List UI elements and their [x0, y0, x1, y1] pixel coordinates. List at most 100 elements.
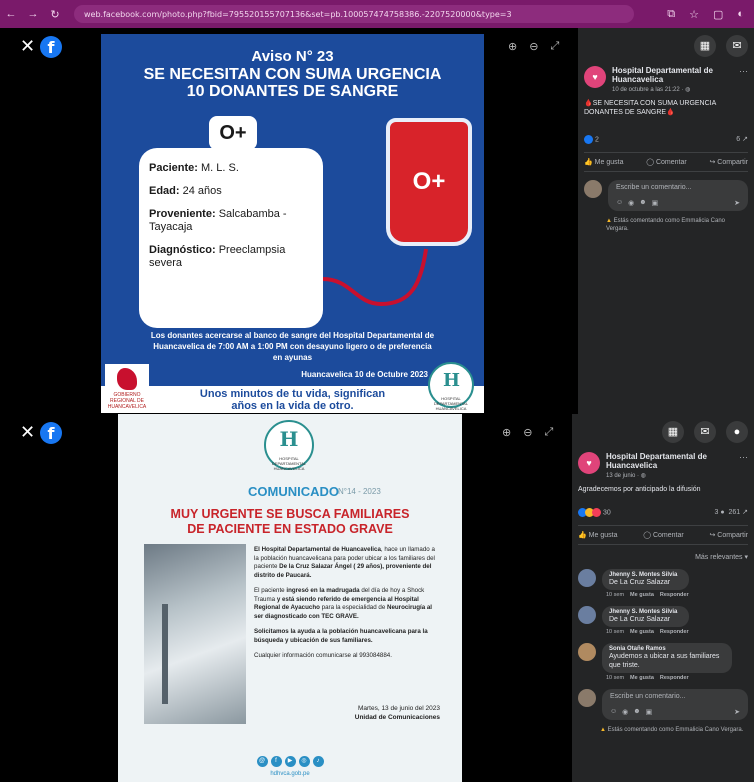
comment-button[interactable]: ◯ Comentar [646, 158, 687, 166]
comment-count[interactable]: 3 ● [715, 509, 725, 516]
share-count[interactable]: 6 ↗ [736, 135, 748, 144]
paragraph-3: Solicitamos la ayuda a la población huan… [254, 628, 428, 644]
paragraph-4: Cualquier información comunicarse al 993… [254, 652, 392, 659]
profile-icon[interactable]: ◐ [737, 8, 744, 21]
zoom-out-icon[interactable]: ⊖ [523, 426, 532, 439]
comment-placeholder: Escribe un comentario... [616, 184, 692, 191]
camera-icon[interactable]: ◉ [622, 708, 628, 716]
facebook-logo-icon[interactable]: f [40, 36, 62, 58]
chevron-down-icon: ▾ [744, 554, 748, 561]
page-name[interactable]: Hospital Departamental de Huancavelica [606, 452, 733, 470]
more-options-icon[interactable]: ··· [739, 452, 748, 479]
post-text: Agradecemos por anticipado la difusión [578, 486, 701, 493]
share-icon: ↪ [709, 532, 716, 539]
commenter-avatar[interactable] [578, 606, 596, 624]
commenter-avatar[interactable] [578, 569, 596, 587]
zoom-out-icon[interactable]: ⊖ [529, 40, 538, 53]
sticker-icon[interactable]: ☺ [616, 199, 623, 207]
comment-input[interactable]: Escribe un comentario... ☺ ◉ ☻ ▣ ➤ [608, 180, 748, 211]
comment-like-link[interactable]: Me gusta [630, 675, 654, 681]
photo-viewer-2: ✕ f H HOSPITAL DEPARTAMENTAL HUANCAVELICA… [0, 414, 754, 782]
bookmark-star-icon[interactable]: ☆ [689, 8, 699, 21]
sort-comments-dropdown[interactable]: Más relevantes ▾ [578, 553, 748, 561]
gif-icon[interactable]: ▣ [652, 199, 659, 207]
comunicado-body: El Hospital Departamental de Huancavelic… [254, 546, 440, 668]
zoom-in-icon[interactable]: ⊕ [508, 40, 517, 53]
url-text: web.facebook.com/photo.php?fbid=79552015… [84, 9, 512, 19]
notifications-icon[interactable]: ● [726, 421, 748, 443]
extensions-icon[interactable]: ⧉ [667, 8, 675, 21]
youtube-icon: ▶ [284, 756, 296, 767]
comment-reply-link[interactable]: Responder [660, 629, 689, 635]
send-icon[interactable]: ➤ [734, 199, 740, 207]
fullscreen-icon[interactable]: ⤢ [550, 40, 559, 53]
gobierno-regional-logo: GOBIERNO REGIONAL DE HUANCAVELICA [105, 364, 149, 412]
paciente-row: Paciente: M. L. S. [149, 162, 239, 174]
share-count[interactable]: 261 ↗ [729, 509, 749, 516]
emoji-icon[interactable]: ☻ [633, 708, 640, 716]
paragraph-1: El Hospital Departamental de Huancavelic… [254, 546, 435, 579]
post-text: 🩸SE NECESITA CON SUMA URGENCIA DONANTES … [584, 100, 716, 116]
hospital-logo: H HOSPITAL DEPARTAMENTAL HUANCAVELICA [264, 420, 314, 471]
send-icon[interactable]: ➤ [734, 708, 740, 716]
page-avatar[interactable]: ♥ [578, 452, 600, 474]
instagram-icon: ◎ [298, 756, 310, 767]
gif-icon[interactable]: ▣ [646, 708, 653, 716]
social-icons: @ f ▶ ◎ ♪ [118, 756, 462, 767]
comment-reply-link[interactable]: Responder [660, 592, 689, 598]
thumbs-up-icon: 👍 [578, 532, 587, 539]
poster-slogan: Unos minutos de tu vida, significan años… [101, 386, 484, 413]
post-stats: 2 6 ↗ [584, 135, 748, 144]
user-avatar[interactable] [584, 180, 602, 198]
like-button[interactable]: 👍 Me gusta [584, 158, 623, 166]
close-icon[interactable]: ✕ [20, 422, 35, 443]
patient-photo [144, 544, 246, 724]
comment-button[interactable]: ◯ Comentar [643, 531, 684, 539]
comment-input[interactable]: Escribe un comentario... ☺ ◉ ☻ ▣ ➤ [602, 689, 748, 720]
like-button[interactable]: 👍 Me gusta [578, 531, 617, 539]
messenger-icon[interactable]: ✉ [726, 35, 748, 57]
close-icon[interactable]: ✕ [20, 36, 35, 57]
post-stats: 30 3 ● 261 ↗ [578, 508, 748, 517]
comment-item: Sonia Otañe Ramos Ayudemos a ubicar a sus… [578, 643, 748, 681]
hospital-logo: HOSPITAL DEPARTAMENTAL HUANCAVELICA [428, 362, 474, 411]
camera-icon[interactable]: ◉ [628, 199, 634, 207]
emoji-icon[interactable]: ☻ [639, 199, 646, 207]
facebook-logo-icon[interactable]: f [40, 422, 62, 444]
comment-item: Jhenny S. Montes Silvia De La Cruz Salaza… [578, 569, 748, 598]
tab-icon[interactable]: ▢ [713, 8, 723, 21]
zoom-in-icon[interactable]: ⊕ [502, 426, 511, 439]
comment-like-link[interactable]: Me gusta [630, 592, 654, 598]
blood-type-tag: O+ [209, 116, 257, 150]
menu-grid-icon[interactable]: ▦ [662, 421, 684, 443]
share-button[interactable]: ↪ Compartir [709, 158, 748, 166]
reaction-count[interactable]: 2 [584, 135, 599, 144]
reload-icon[interactable]: ↻ [44, 8, 66, 21]
share-button[interactable]: ↪ Compartir [709, 531, 748, 539]
menu-grid-icon[interactable]: ▦ [694, 35, 716, 57]
patient-card: Paciente: M. L. S. Edad: 24 años Proveni… [139, 148, 323, 328]
back-icon[interactable]: ← [0, 8, 22, 20]
reaction-count[interactable]: 30 [578, 508, 611, 517]
fullscreen-icon[interactable]: ⤢ [544, 426, 553, 439]
comment-composer: Escribe un comentario... ☺ ◉ ☻ ▣ ➤ [578, 689, 748, 720]
sticker-icon[interactable]: ☺ [610, 708, 617, 716]
page-name[interactable]: Hospital Departamental de Huancavelica [612, 66, 733, 84]
page-avatar[interactable]: ♥ [584, 66, 606, 88]
messenger-icon[interactable]: ✉ [694, 421, 716, 443]
globe-icon: ◍ [685, 87, 691, 93]
like-reaction-icon [584, 135, 593, 144]
comment-icon: ◯ [646, 159, 655, 166]
comunicado-signature: Martes, 13 de junio del 2023 Unidad de C… [354, 705, 440, 721]
post-sidebar-2: ▦ ✉ ● ♥ Hospital Departamental de Huanca… [572, 414, 754, 782]
user-avatar[interactable] [578, 689, 596, 707]
tiktok-icon: ♪ [312, 756, 324, 767]
browser-toolbar: ← → ↻ web.facebook.com/photo.php?fbid=79… [0, 0, 754, 28]
thumbs-up-icon: 👍 [584, 159, 593, 166]
address-bar[interactable]: web.facebook.com/photo.php?fbid=79552015… [74, 5, 634, 23]
comment-like-link[interactable]: Me gusta [630, 629, 654, 635]
more-options-icon[interactable]: ··· [739, 66, 748, 93]
forward-icon[interactable]: → [22, 8, 44, 20]
commenter-avatar[interactable] [578, 643, 596, 661]
comment-reply-link[interactable]: Responder [660, 675, 689, 681]
